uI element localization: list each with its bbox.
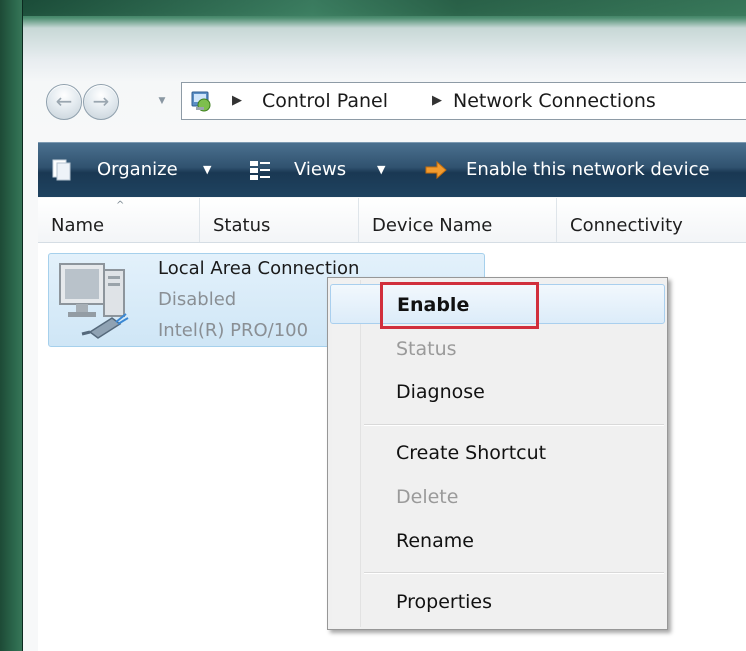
menu-item-properties[interactable]: Properties xyxy=(330,582,665,622)
forward-arrow-icon: → xyxy=(92,89,110,113)
forward-button[interactable]: → xyxy=(83,84,119,120)
enable-device-button[interactable]: Enable this network device xyxy=(466,143,710,197)
menu-item-delete[interactable]: Delete xyxy=(330,477,665,517)
connection-device: Intel(R) PRO/100 xyxy=(158,320,309,341)
breadcrumb-network-connections[interactable]: Network Connections xyxy=(453,83,656,119)
menu-item-status-label: Status xyxy=(396,338,457,360)
window-title-bar xyxy=(23,0,746,16)
menu-item-delete-label: Delete xyxy=(396,486,459,508)
column-header-device-name[interactable]: Device Name xyxy=(359,198,557,242)
breadcrumb-arrow-icon[interactable]: ▶ xyxy=(432,83,442,119)
column-header-row: ^ Name Status Device Name Connectivity xyxy=(38,198,746,243)
connection-name: Local Area Connection xyxy=(158,258,360,279)
views-icon xyxy=(250,161,270,180)
breadcrumb-control-panel[interactable]: Control Panel xyxy=(262,83,388,119)
column-header-connectivity[interactable]: Connectivity xyxy=(557,198,746,242)
annotation-highlight-box xyxy=(380,282,539,329)
menu-item-create-shortcut[interactable]: Create Shortcut xyxy=(330,433,665,473)
views-button[interactable]: Views xyxy=(294,143,346,197)
views-chevron-down-icon[interactable]: ▼ xyxy=(377,143,385,197)
back-arrow-icon: ← xyxy=(55,89,73,113)
menu-separator xyxy=(364,572,664,574)
menu-item-rename[interactable]: Rename xyxy=(330,521,665,561)
back-button[interactable]: ← xyxy=(46,84,82,120)
menu-item-properties-label: Properties xyxy=(396,591,493,613)
connection-status: Disabled xyxy=(158,289,237,310)
recent-pages-chevron-down-icon[interactable]: ▼ xyxy=(157,95,167,107)
organize-button[interactable]: Organize xyxy=(97,143,178,197)
enable-arrow-icon xyxy=(425,160,447,180)
menu-item-diagnose[interactable]: Diagnose xyxy=(330,372,665,412)
menu-item-create-shortcut-label: Create Shortcut xyxy=(396,442,547,464)
address-bar[interactable]: ▶ Control Panel ▶ Network Connections xyxy=(181,82,746,120)
command-bar: Organize ▼ Views ▼ Enable this network d… xyxy=(38,142,746,197)
breadcrumb-arrow-icon[interactable]: ▶ xyxy=(232,83,242,119)
control-panel-icon xyxy=(191,91,211,112)
menu-item-diagnose-label: Diagnose xyxy=(396,381,485,403)
column-header-status[interactable]: Status xyxy=(200,198,359,242)
network-adapter-icon xyxy=(59,263,129,339)
menu-item-rename-label: Rename xyxy=(396,530,474,552)
context-menu: Enable Status Diagnose Create Shortcut D… xyxy=(327,277,668,630)
organize-icon xyxy=(52,159,71,181)
menu-item-status[interactable]: Status xyxy=(330,329,665,369)
column-header-name[interactable]: Name xyxy=(38,198,200,242)
organize-chevron-down-icon[interactable]: ▼ xyxy=(203,143,211,197)
menu-separator xyxy=(364,424,664,426)
